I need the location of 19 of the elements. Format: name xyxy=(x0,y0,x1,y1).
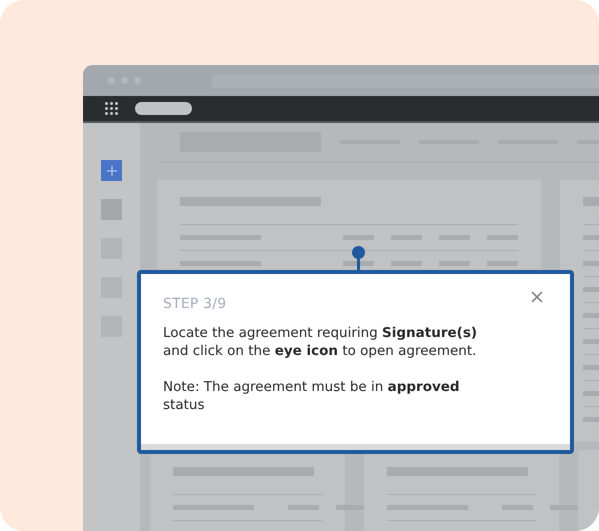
placeholder-bar xyxy=(343,261,374,266)
placeholder-bar xyxy=(550,505,581,510)
placeholder-bar xyxy=(487,261,518,266)
grid-icon xyxy=(105,102,118,115)
placeholder-bar xyxy=(391,261,422,266)
placeholder-bar xyxy=(487,235,518,240)
step-counter: STEP 3/9 xyxy=(163,296,226,312)
placeholder-bar xyxy=(439,235,470,240)
placeholder-bar xyxy=(391,235,422,240)
instruction-text: Note: The agreement must be in approved status xyxy=(163,378,461,414)
placeholder-bar xyxy=(336,505,367,510)
add-icon xyxy=(101,160,122,181)
placeholder-bar xyxy=(288,505,319,510)
instruction-text: Locate the agreement requiring Signature(s) and click on the eye icon to open agreement. xyxy=(163,324,478,360)
sidebar-square-icon xyxy=(101,199,122,220)
placeholder-bar xyxy=(502,505,533,510)
placeholder-bar xyxy=(343,235,374,240)
placeholder-bar xyxy=(439,261,470,266)
placeholder-pill xyxy=(135,102,192,115)
